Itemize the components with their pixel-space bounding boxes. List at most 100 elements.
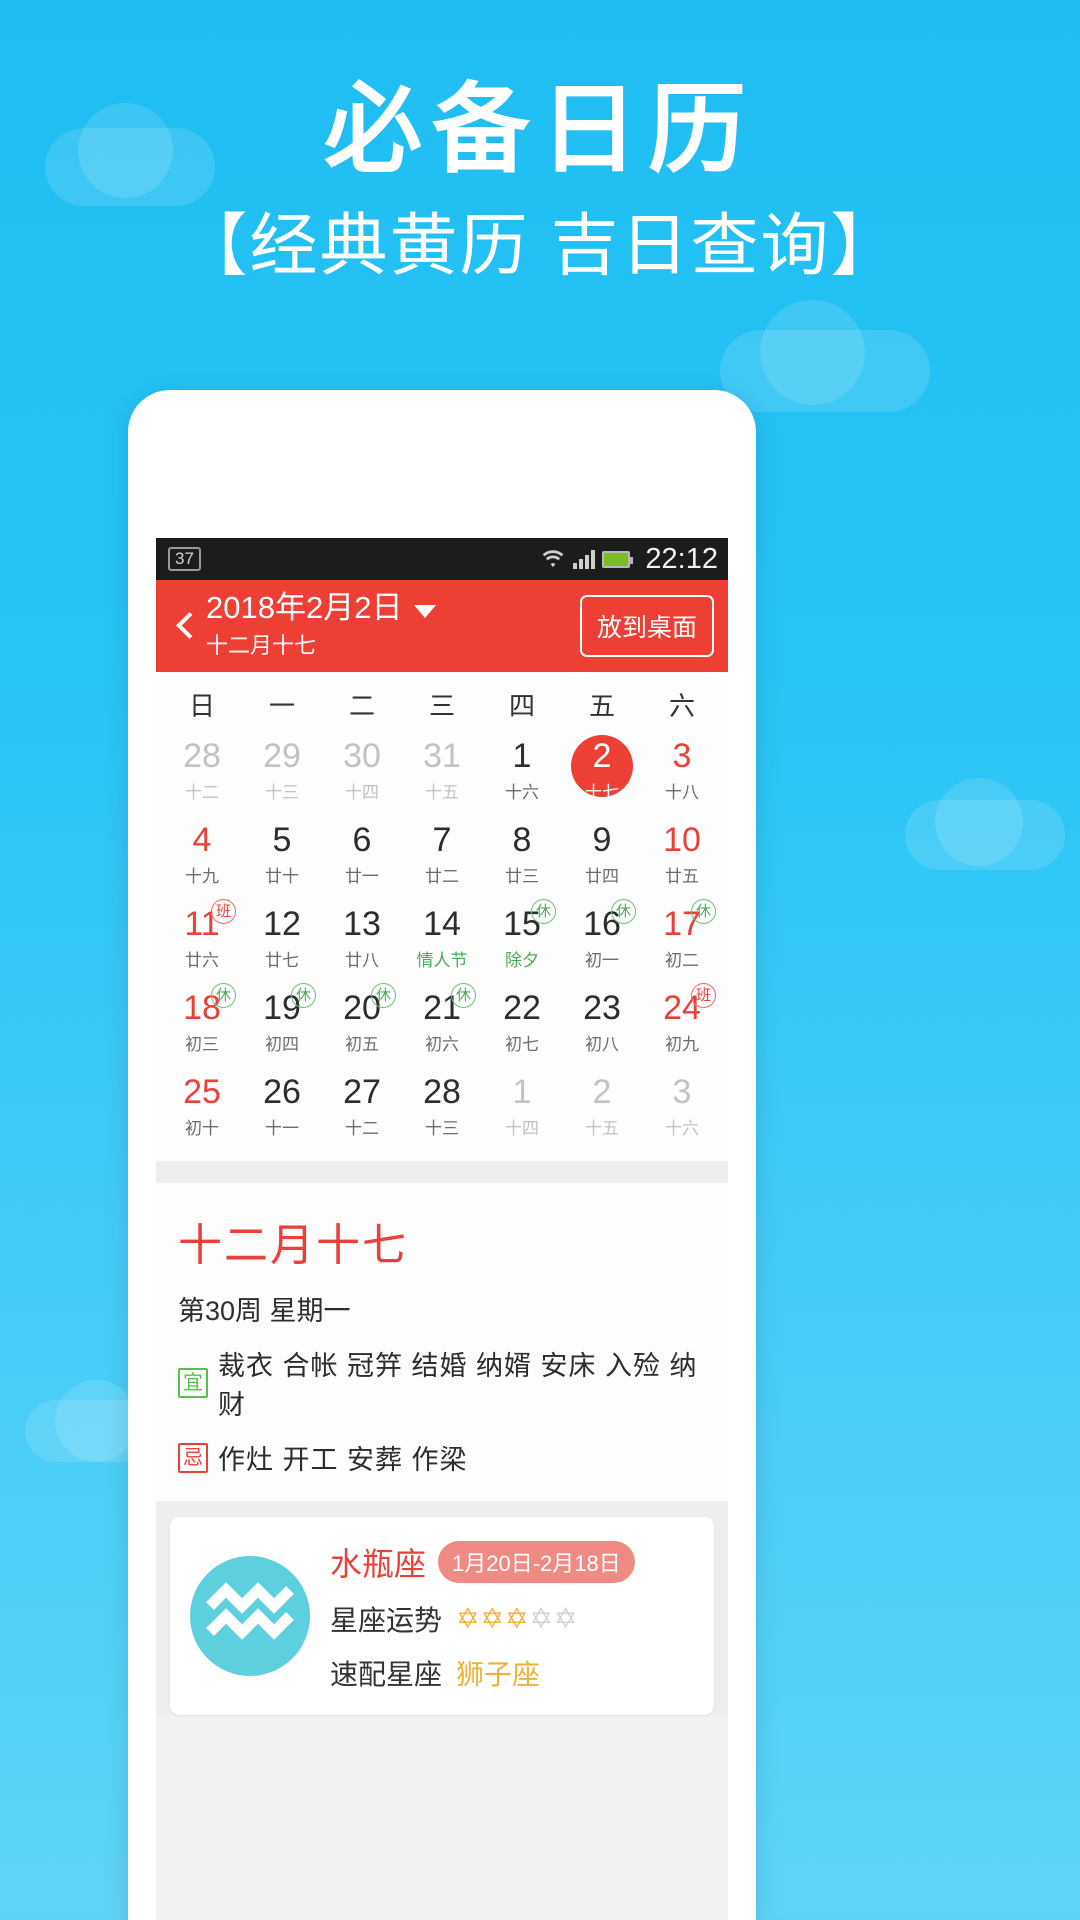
calendar-weekday-header: 日 一 二 三 四 五 六	[162, 672, 722, 729]
calendar-day-cell[interactable]: 8 廿三	[482, 813, 562, 897]
header-lunar-date: 十二月十七	[206, 633, 317, 659]
zodiac-fortune-label: 星座运势	[330, 1605, 443, 1636]
calendar-day-cell[interactable]: 休 20 初五	[322, 981, 402, 1065]
day-lunar-label: 初八	[585, 1034, 619, 1054]
calendar-rows: 28 十二 29 十三 30 十四 31 十五 1 十六 2 十七 3 十八 4 十九 5 廿十 6 廿一 7 廿二 8 廿三…	[162, 729, 722, 1149]
calendar-day-cell[interactable]: 28 十二	[162, 729, 242, 813]
wifi-icon	[540, 546, 566, 572]
status-bar-icons: 22:12	[540, 543, 718, 576]
header-date-line: 2018年2月2日	[206, 591, 437, 625]
day-number: 25	[183, 1073, 221, 1111]
day-number: 10	[663, 821, 701, 859]
zodiac-date-range-badge: 1月20日-2月18日	[438, 1541, 635, 1583]
calendar-day-cell[interactable]: 28 十三	[402, 1065, 482, 1149]
calendar-day-cell[interactable]: 1 十四	[482, 1065, 562, 1149]
day-lunar-label: 十三	[265, 782, 299, 802]
day-lunar-label: 初十	[185, 1118, 219, 1138]
calendar-day-cell[interactable]: 31 十五	[402, 729, 482, 813]
day-lunar-label: 初一	[585, 950, 619, 970]
calendar-week-row: 28 十二 29 十三 30 十四 31 十五 1 十六 2 十七 3 十八	[162, 729, 722, 813]
restday-badge: 休	[611, 899, 636, 924]
calendar-day-cell[interactable]: 13 廿八	[322, 897, 402, 981]
calendar-day-cell[interactable]: 1 十六	[482, 729, 562, 813]
day-number: 31	[423, 737, 461, 775]
zodiac-match-value: 狮子座	[456, 1659, 541, 1690]
weekday-label: 五	[588, 691, 615, 721]
day-lunar-label: 十七	[585, 782, 619, 802]
auspicious-row: 宜 裁衣 合帐 冠笄 结婚 纳婿 安床 入殓 纳财	[178, 1344, 706, 1422]
day-lunar-label: 廿四	[585, 866, 619, 886]
day-lunar-label: 十一	[265, 1118, 299, 1138]
back-chevron-icon[interactable]	[170, 611, 200, 641]
calendar-day-cell[interactable]: 7 廿二	[402, 813, 482, 897]
calendar-day-cell[interactable]: 休 21 初六	[402, 981, 482, 1065]
day-lunar-label: 廿八	[345, 950, 379, 970]
day-number: 23	[583, 989, 621, 1027]
zodiac-match-row: 速配星座 狮子座	[330, 1653, 694, 1693]
calendar-day-cell[interactable]: 4 十九	[162, 813, 242, 897]
calendar-day-cell[interactable]: 9 廿四	[562, 813, 642, 897]
zodiac-fortune-stars: ✡ ✡ ✡ ✡ ✡	[456, 1605, 577, 1633]
day-number: 2	[592, 737, 612, 775]
calendar-day-cell[interactable]: 班 24 初九	[642, 981, 722, 1065]
star-icon: ✡	[456, 1603, 480, 1634]
calendar-day-cell[interactable]: 休 19 初四	[242, 981, 322, 1065]
calendar-day-cell[interactable]: 休 16 初一	[562, 897, 642, 981]
day-number: 6	[352, 821, 372, 859]
calendar-day-cell[interactable]: 30 十四	[322, 729, 402, 813]
calendar-day-cell[interactable]: 27 十二	[322, 1065, 402, 1149]
calendar-week-row: 休 18 初三休 19 初四休 20 初五休 21 初六 22 初七 23 初八 班 24 初九	[162, 981, 722, 1065]
day-number: 2	[592, 1073, 612, 1111]
day-number: 14	[423, 905, 461, 943]
section-divider	[156, 1161, 728, 1183]
ji-mark-icon: 忌	[178, 1442, 208, 1473]
calendar-day-cell[interactable]: 休 15 除夕	[482, 897, 562, 981]
day-number: 4	[192, 821, 212, 859]
workday-badge: 班	[211, 899, 236, 924]
weekday-label: 三	[428, 691, 455, 721]
calendar-day-cell[interactable]: 班 11 廿六	[162, 897, 242, 981]
day-lunar-label: 初七	[505, 1034, 539, 1054]
calendar-day-cell[interactable]: 5 廿十	[242, 813, 322, 897]
calendar-day-cell[interactable]: 6 廿一	[322, 813, 402, 897]
aquarius-icon	[190, 1556, 310, 1676]
calendar-day-cell[interactable]: 3 十八	[642, 729, 722, 813]
yi-mark-icon: 宜	[178, 1368, 208, 1398]
day-lunar-label: 廿一	[345, 866, 379, 886]
header-date-block[interactable]: 2018年2月2日 十二月十七	[206, 591, 437, 661]
calendar-day-cell[interactable]: 14 情人节	[402, 897, 482, 981]
calendar-day-cell[interactable]: 23 初八	[562, 981, 642, 1065]
calendar-grid: 日 一 二 三 四 五 六 28 十二 29 十三 30 十四 31 十五 1 十六 2 十七 3 十八 4…	[156, 672, 728, 1161]
calendar-day-cell[interactable]: 休 18 初三	[162, 981, 242, 1065]
notification-count-icon: 37	[168, 547, 201, 571]
calendar-day-cell[interactable]: 26 十一	[242, 1065, 322, 1149]
weekday-label: 一	[268, 691, 295, 721]
add-to-desktop-button[interactable]: 放到桌面	[579, 595, 714, 657]
day-lunar-label: 十六	[505, 782, 539, 802]
calendar-day-cell[interactable]: 2 十七	[562, 729, 642, 813]
star-icon: ✡	[529, 1603, 553, 1634]
calendar-day-cell[interactable]: 12 廿七	[242, 897, 322, 981]
day-lunar-label: 初三	[185, 1034, 219, 1054]
day-number: 30	[343, 737, 381, 775]
calendar-day-cell[interactable]: 10 廿五	[642, 813, 722, 897]
zodiac-section: 水瓶座 1月20日-2月18日 星座运势 ✡ ✡ ✡ ✡ ✡ 速配星座 狮子座	[156, 1501, 728, 1715]
calendar-day-cell[interactable]: 29 十三	[242, 729, 322, 813]
calendar-day-cell[interactable]: 2 十五	[562, 1065, 642, 1149]
day-lunar-label: 初五	[345, 1034, 379, 1054]
ji-items: 作灶 开工 安葬 作梁	[218, 1445, 468, 1475]
day-number: 1	[512, 737, 532, 775]
phone-screen: 37 22:12 2018年2月2日 十二月十七 放到桌面 日 一 二 三 四 …	[156, 538, 728, 1920]
day-number: 29	[263, 737, 301, 775]
calendar-day-cell[interactable]: 3 十六	[642, 1065, 722, 1149]
calendar-day-cell[interactable]: 休 17 初二	[642, 897, 722, 981]
cloud-decoration	[935, 778, 1023, 866]
chevron-down-icon[interactable]	[414, 605, 437, 619]
zodiac-name: 水瓶座	[330, 1546, 427, 1582]
calendar-day-cell[interactable]: 22 初七	[482, 981, 562, 1065]
star-icon: ✡	[553, 1603, 578, 1634]
zodiac-card[interactable]: 水瓶座 1月20日-2月18日 星座运势 ✡ ✡ ✡ ✡ ✡ 速配星座 狮子座	[170, 1517, 714, 1715]
signal-bars-icon	[573, 549, 596, 569]
calendar-day-cell[interactable]: 25 初十	[162, 1065, 242, 1149]
hero-headline: 必备日历 【经典黄历 吉日查询】	[0, 72, 1080, 287]
